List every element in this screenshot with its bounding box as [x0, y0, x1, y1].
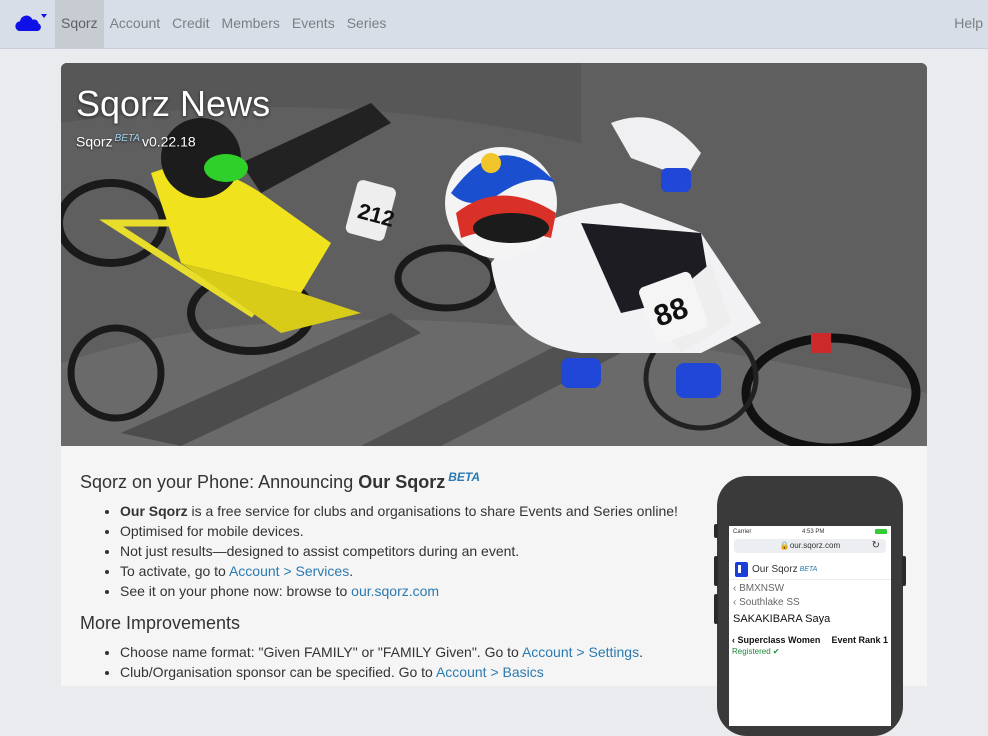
announce-list: Our Sqorz is a free service for clubs an… [80, 501, 700, 601]
lock-icon: 🔒 [779, 541, 790, 550]
check-circle-icon: ✔ [772, 647, 780, 656]
main-nav: Sqorz Account Credit Members Events Seri… [55, 0, 392, 48]
phone-race-row: ‹ Superclass Women Event Rank 1 [732, 635, 888, 645]
announce-heading-beta: BETA [448, 470, 480, 484]
our-sqorz-name: Our Sqorz [752, 563, 798, 575]
hero-sub-version: v0.22.18 [141, 133, 196, 150]
our-sqorz-link[interactable]: our.sqorz.com [351, 583, 439, 599]
announce-heading-prefix: Sqorz on your Phone: Announcing [80, 472, 359, 492]
b4-end: . [349, 563, 354, 579]
improvements-heading: More Improvements [80, 613, 241, 633]
hero-title: Sqorz News [76, 83, 271, 124]
crumb1-label: BMXNSW [739, 583, 785, 594]
b1-rest: is a free service for clubs and organisa… [187, 503, 678, 519]
hero-subtitle: Sqorz BETA v0.22.18 [76, 133, 196, 150]
nav-account[interactable]: Account [104, 0, 167, 48]
phone-mockup: Carrier 4:53 PM 🔒our.sqorz.com ↻ Our Sqo… [714, 476, 906, 736]
phone-breadcrumb-2: ‹ Southlake SS [733, 597, 800, 608]
nav-help[interactable]: Help [954, 0, 983, 48]
b4-text: To activate, go to [120, 563, 229, 579]
i2-text: Club/Organisation sponsor can be specifi… [120, 664, 436, 680]
list-item: Our Sqorz is a free service for clubs an… [120, 501, 700, 521]
phone-url: our.sqorz.com [789, 541, 841, 550]
nav-sqorz[interactable]: Sqorz [55, 0, 104, 48]
crumb2-label: Southlake SS [739, 597, 800, 608]
phone-breadcrumb-1: ‹ BMXNSW [733, 583, 785, 594]
nav-events[interactable]: Events [286, 0, 341, 48]
nav-series[interactable]: Series [341, 0, 393, 48]
announce-heading-bold: Our Sqorz [358, 472, 446, 492]
phone-side-button [714, 524, 718, 538]
phone-rider-name: SAKAKIBARA Saya [733, 613, 831, 625]
our-sqorz-header: Our Sqorz BETA [729, 559, 891, 580]
phone-carrier: Carrier [733, 528, 752, 535]
phone-registered: Registered ✔ [729, 645, 891, 658]
hero-sub-beta: BETA [114, 133, 140, 144]
account-basics-link[interactable]: Account > Basics [436, 664, 544, 680]
battery-icon [874, 529, 887, 534]
reload-icon: ↻ [871, 540, 880, 551]
account-settings-link[interactable]: Account > Settings [522, 644, 639, 660]
nav-credit[interactable]: Credit [166, 0, 215, 48]
list-item: Club/Organisation sponsor can be specifi… [120, 662, 700, 682]
i1-end: . [639, 644, 643, 660]
improvements-list: Choose name format: "Given FAMILY" or "F… [80, 642, 700, 682]
phone-screen: Carrier 4:53 PM 🔒our.sqorz.com ↻ Our Sqo… [729, 526, 891, 726]
b1-bold: Our Sqorz [120, 503, 188, 519]
list-item: Not just results—designed to assist comp… [120, 541, 700, 561]
list-item: See it on your phone now: browse to our.… [120, 581, 700, 601]
list-item: To activate, go to Account > Services. [120, 561, 700, 581]
phone-side-button [714, 556, 718, 586]
list-item: Optimised for mobile devices. [120, 521, 700, 541]
hero-sub-name: Sqorz [76, 133, 113, 150]
phone-time: 4:53 PM [801, 528, 825, 535]
phone-url-bar: 🔒our.sqorz.com ↻ [734, 539, 886, 553]
our-sqorz-beta: BETA [799, 565, 818, 573]
list-item: Choose name format: "Given FAMILY" or "F… [120, 642, 700, 662]
phone-side-button [902, 556, 906, 586]
phone-class: Superclass Women [737, 635, 821, 645]
news-hero-banner: 212 88 Sqorz News Sqorz BETA v0.22.18 [61, 63, 927, 446]
b5-text: See it on your phone now: browse to [120, 583, 352, 599]
cloud-dropdown-icon[interactable] [14, 10, 48, 36]
announce-heading: Sqorz on your Phone: Announcing Our Sqor… [80, 470, 700, 493]
news-card: Sqorz on your Phone: Announcing Our Sqor… [61, 446, 927, 736]
i1-text: Choose name format: "Given FAMILY" or "F… [120, 644, 522, 660]
phone-rank: Event Rank 1 [831, 635, 888, 645]
news-content: Sqorz on your Phone: Announcing Our Sqor… [80, 470, 700, 694]
registered-label: Registered [732, 647, 771, 656]
our-sqorz-logo-icon [735, 561, 748, 577]
nav-members[interactable]: Members [216, 0, 286, 48]
account-services-link[interactable]: Account > Services [229, 563, 349, 579]
phone-status-bar: Carrier 4:53 PM [729, 526, 891, 537]
top-navbar: Sqorz Account Credit Members Events Seri… [0, 0, 988, 49]
phone-side-button [714, 594, 718, 624]
